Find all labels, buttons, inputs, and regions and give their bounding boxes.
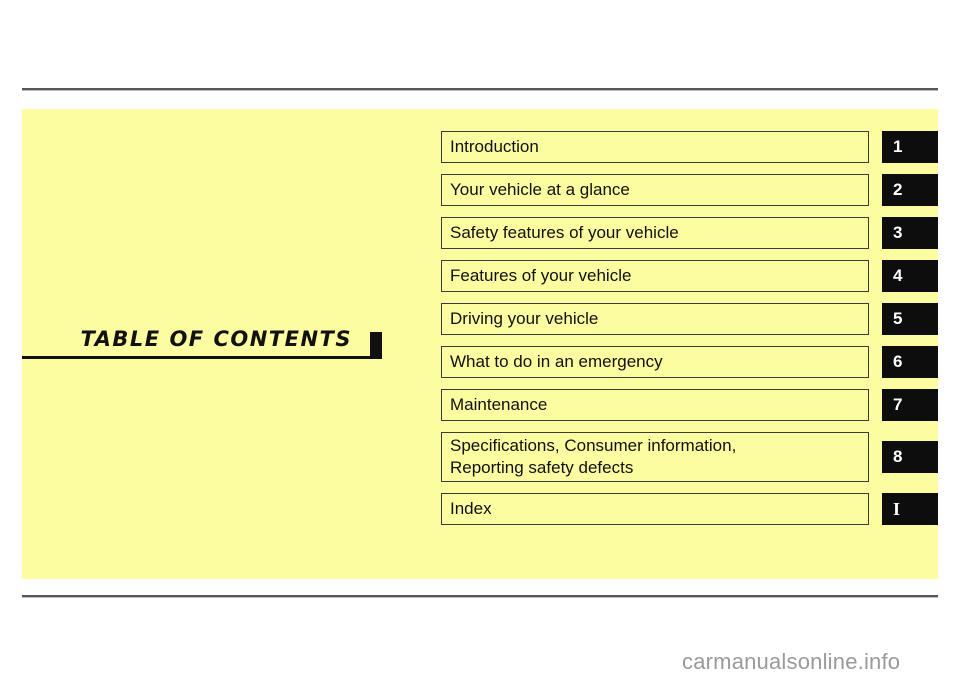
toc-tab-cell: 5 (882, 303, 938, 335)
toc-entry-index[interactable]: Index I (441, 493, 938, 525)
table-of-contents-heading: TABLE OF CONTENTS (22, 305, 382, 365)
toc-entry-label: Safety features of your vehicle (450, 223, 679, 242)
toc-entry-box[interactable]: Driving your vehicle (441, 303, 869, 335)
toc-entry-your-vehicle-at-a-glance[interactable]: Your vehicle at a glance 2 (441, 174, 938, 206)
toc-section-tab-5[interactable]: 5 (882, 303, 938, 335)
page-title: TABLE OF CONTENTS (80, 327, 352, 351)
toc-entry-label: What to do in an emergency (450, 352, 663, 371)
toc-entry-driving-your-vehicle[interactable]: Driving your vehicle 5 (441, 303, 938, 335)
toc-section-tab-index[interactable]: I (882, 493, 938, 525)
toc-entry-box[interactable]: Specifications, Consumer information, Re… (441, 432, 869, 482)
toc-tab-cell: 2 (882, 174, 938, 206)
toc-entry-what-to-do-in-an-emergency[interactable]: What to do in an emergency 6 (441, 346, 938, 378)
toc-entry-safety-features[interactable]: Safety features of your vehicle 3 (441, 217, 938, 249)
title-end-block-icon (370, 332, 382, 359)
toc-section-tab-7[interactable]: 7 (882, 389, 938, 421)
toc-entry-label: Driving your vehicle (450, 309, 599, 328)
bottom-horizontal-rule (22, 595, 938, 598)
toc-tab-cell: 4 (882, 260, 938, 292)
site-watermark: carmanualsonline.info (682, 649, 901, 674)
toc-tab-cell: 7 (882, 389, 938, 421)
toc-section-tab-1[interactable]: 1 (882, 131, 938, 163)
toc-entry-box[interactable]: Index (441, 493, 869, 525)
toc-entry-label: Features of your vehicle (450, 266, 632, 285)
title-underline (22, 356, 375, 359)
toc-entry-box[interactable]: Safety features of your vehicle (441, 217, 869, 249)
toc-entry-box[interactable]: Your vehicle at a glance (441, 174, 869, 206)
toc-section-tab-6[interactable]: 6 (882, 346, 938, 378)
toc-entry-introduction[interactable]: Introduction 1 (441, 131, 938, 163)
toc-tab-cell: 6 (882, 346, 938, 378)
toc-entry-box[interactable]: What to do in an emergency (441, 346, 869, 378)
toc-entry-maintenance[interactable]: Maintenance 7 (441, 389, 938, 421)
toc-tab-cell: 8 (882, 432, 938, 482)
toc-entry-box[interactable]: Features of your vehicle (441, 260, 869, 292)
toc-section-tab-8[interactable]: 8 (882, 441, 938, 473)
bottom-rule-light-line (22, 597, 938, 598)
toc-entry-label: Your vehicle at a glance (450, 180, 630, 199)
toc-entry-features-of-your-vehicle[interactable]: Features of your vehicle 4 (441, 260, 938, 292)
table-of-contents-list: Introduction 1 Your vehicle at a glance … (441, 131, 938, 536)
toc-entry-box[interactable]: Introduction (441, 131, 869, 163)
toc-entry-label: Specifications, Consumer information, Re… (450, 436, 737, 477)
toc-entry-label: Introduction (450, 137, 539, 156)
toc-entry-label: Maintenance (450, 395, 548, 414)
toc-tab-cell: 3 (882, 217, 938, 249)
top-horizontal-rule (22, 88, 938, 91)
toc-tab-cell: I (882, 493, 938, 525)
toc-section-tab-3[interactable]: 3 (882, 217, 938, 249)
toc-entry-specifications[interactable]: Specifications, Consumer information, Re… (441, 432, 938, 482)
top-rule-light-line (22, 90, 938, 91)
toc-section-tab-4[interactable]: 4 (882, 260, 938, 292)
toc-tab-cell: 1 (882, 131, 938, 163)
table-of-contents-panel: TABLE OF CONTENTS Introduction 1 Your ve… (22, 109, 938, 579)
toc-section-tab-2[interactable]: 2 (882, 174, 938, 206)
toc-entry-label: Index (450, 499, 492, 518)
toc-entry-box[interactable]: Maintenance (441, 389, 869, 421)
